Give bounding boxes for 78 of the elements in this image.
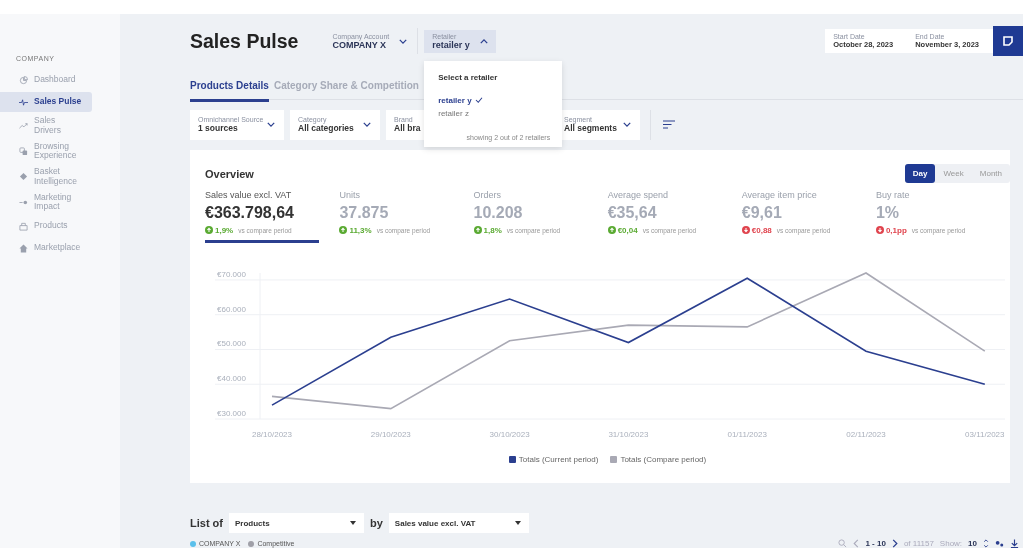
kpi-change: 11,3% [349, 225, 372, 235]
kpi-label: Units [339, 189, 361, 200]
chevron-icon [363, 122, 371, 128]
kpi-label: Average spend [607, 189, 670, 200]
stepper-icon[interactable] [983, 539, 989, 548]
calendar-icon [1002, 35, 1014, 48]
kpi-value: 10.208 [473, 203, 524, 222]
x-axis-label: 02/11/2023 [846, 429, 886, 439]
kpi-value: €9,61 [741, 203, 783, 222]
calendar-button[interactable] [993, 26, 1023, 57]
box-icon [19, 221, 28, 231]
settings-icon[interactable] [995, 539, 1004, 548]
sidebar-item[interactable]: Marketplace [0, 238, 92, 259]
kpi-label: Average item price [741, 189, 818, 200]
download-icon[interactable] [1010, 539, 1019, 548]
sidebar-item[interactable]: Products [0, 216, 92, 237]
kpi-value: €35,64 [607, 203, 658, 222]
x-axis-label: 03/11/2023 [965, 429, 1005, 439]
kpi-label: Sales value excl. VAT [205, 189, 293, 200]
sidebar-item[interactable]: Basket Intelligence [0, 165, 92, 189]
kpi-change: €0,04 [617, 225, 638, 235]
x-axis-label: 01/11/2023 [727, 429, 767, 439]
sidebar-item[interactable]: Marketing Impact [0, 190, 92, 215]
kpi-change: 1,8% [483, 225, 502, 235]
sidebar-item[interactable]: Sales Drivers [0, 114, 92, 138]
period-option[interactable]: Day [904, 164, 936, 184]
chevron-icon [623, 122, 631, 128]
list-label: List of [190, 517, 223, 529]
y-axis-label: €60.000 [217, 304, 246, 314]
y-axis-label: €30.000 [217, 408, 246, 418]
sidebar-item[interactable]: Browsing Experience [0, 139, 92, 164]
page-size[interactable]: 10 [968, 539, 977, 548]
kpi-change: 1,9% [215, 225, 234, 235]
kpi-change: 0,1pp [885, 225, 907, 235]
y-axis-label: €50.000 [217, 339, 246, 349]
diamond-icon [19, 172, 28, 182]
pages-icon [19, 146, 28, 156]
house-icon [19, 243, 28, 253]
x-axis-label: 30/10/2023 [489, 429, 530, 439]
trend-icon [19, 121, 28, 131]
period-option[interactable]: Month [971, 164, 1010, 184]
sidebar-item[interactable]: Sales Pulse [0, 92, 92, 112]
metric-select[interactable]: Sales value excl. VAT [388, 513, 529, 533]
kpi-label: Orders [473, 189, 503, 200]
x-axis-label: 28/10/2023 [252, 429, 292, 439]
kpi-value: 37.875 [339, 203, 390, 222]
page-total: of 11157 [903, 539, 934, 548]
period-option[interactable]: Week [935, 164, 972, 184]
legend-label: Totals (Compare period) [620, 454, 707, 464]
chevron-icon [267, 122, 275, 128]
by-label: by [370, 517, 383, 529]
kpi-change: €0,88 [751, 225, 772, 235]
tab[interactable]: Products Details [190, 68, 269, 102]
menu-title: Select a retailer [438, 72, 499, 82]
x-axis-label: 29/10/2023 [370, 429, 411, 439]
kpi-value: 1% [875, 203, 900, 222]
sort-icon[interactable] [663, 120, 675, 130]
legend-swatch [508, 455, 516, 463]
check-icon [474, 97, 483, 104]
legend-label: Totals (Current period) [518, 454, 599, 464]
kpi-label: Buy rate [875, 189, 911, 200]
chevron-icon [399, 38, 408, 44]
next-page-icon[interactable] [891, 539, 898, 548]
pulse-icon [19, 97, 28, 107]
retailer-option[interactable]: retailer y [438, 93, 563, 107]
y-axis-label: €40.000 [217, 373, 246, 383]
page-range: 1 - 10 [865, 539, 886, 548]
legend-swatch [610, 455, 618, 463]
chevron-icon [479, 38, 488, 44]
sidebar-item[interactable]: Dashboard [0, 70, 92, 90]
x-axis-label: 31/10/2023 [608, 429, 649, 439]
page-title: Sales Pulse [190, 29, 299, 53]
card-title: Overview [205, 167, 254, 180]
pie-chart-icon [19, 75, 28, 85]
entity-select[interactable]: Products [229, 513, 364, 533]
kpi-value: €363.798,64 [205, 203, 295, 222]
show-label: Show: [939, 539, 963, 548]
y-axis-label: €70.000 [217, 269, 246, 279]
